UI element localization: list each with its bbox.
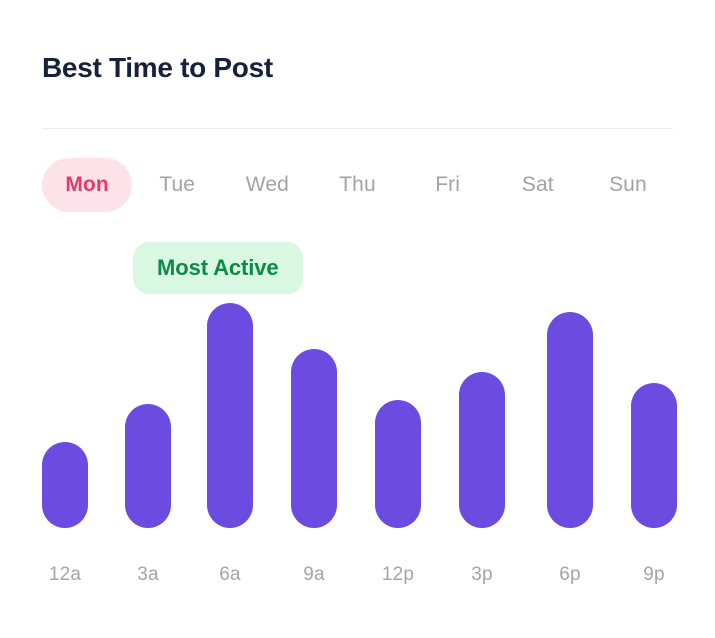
x-axis-tick-label: 3a [137,564,159,585]
bar-9a[interactable] [291,349,337,528]
x-axis-tick-label: 6p [559,564,581,585]
hourly-activity-bar-chart: 12a 3a 6a 9a 12p 3p 6p 9p [0,0,715,638]
bar-12a[interactable] [42,442,88,528]
x-axis-tick-label: 9p [643,564,665,585]
bar-12p[interactable] [375,400,421,528]
x-axis-tick-label: 3p [471,564,493,585]
bar-3p[interactable] [459,372,505,528]
x-axis-tick-label: 12p [381,564,415,585]
best-time-to-post-card: Best Time to Post Mon Tue Wed Thu Fri Sat Sun … [0,0,715,638]
x-axis-tick-label: 9a [303,564,325,585]
bar-6p[interactable] [547,312,593,528]
bar-6a[interactable] [207,303,253,528]
x-axis-tick-label: 6a [219,564,241,585]
bar-3a[interactable] [125,404,171,528]
bar-9p[interactable] [631,383,677,528]
x-axis-tick-label: 12a [48,564,82,585]
